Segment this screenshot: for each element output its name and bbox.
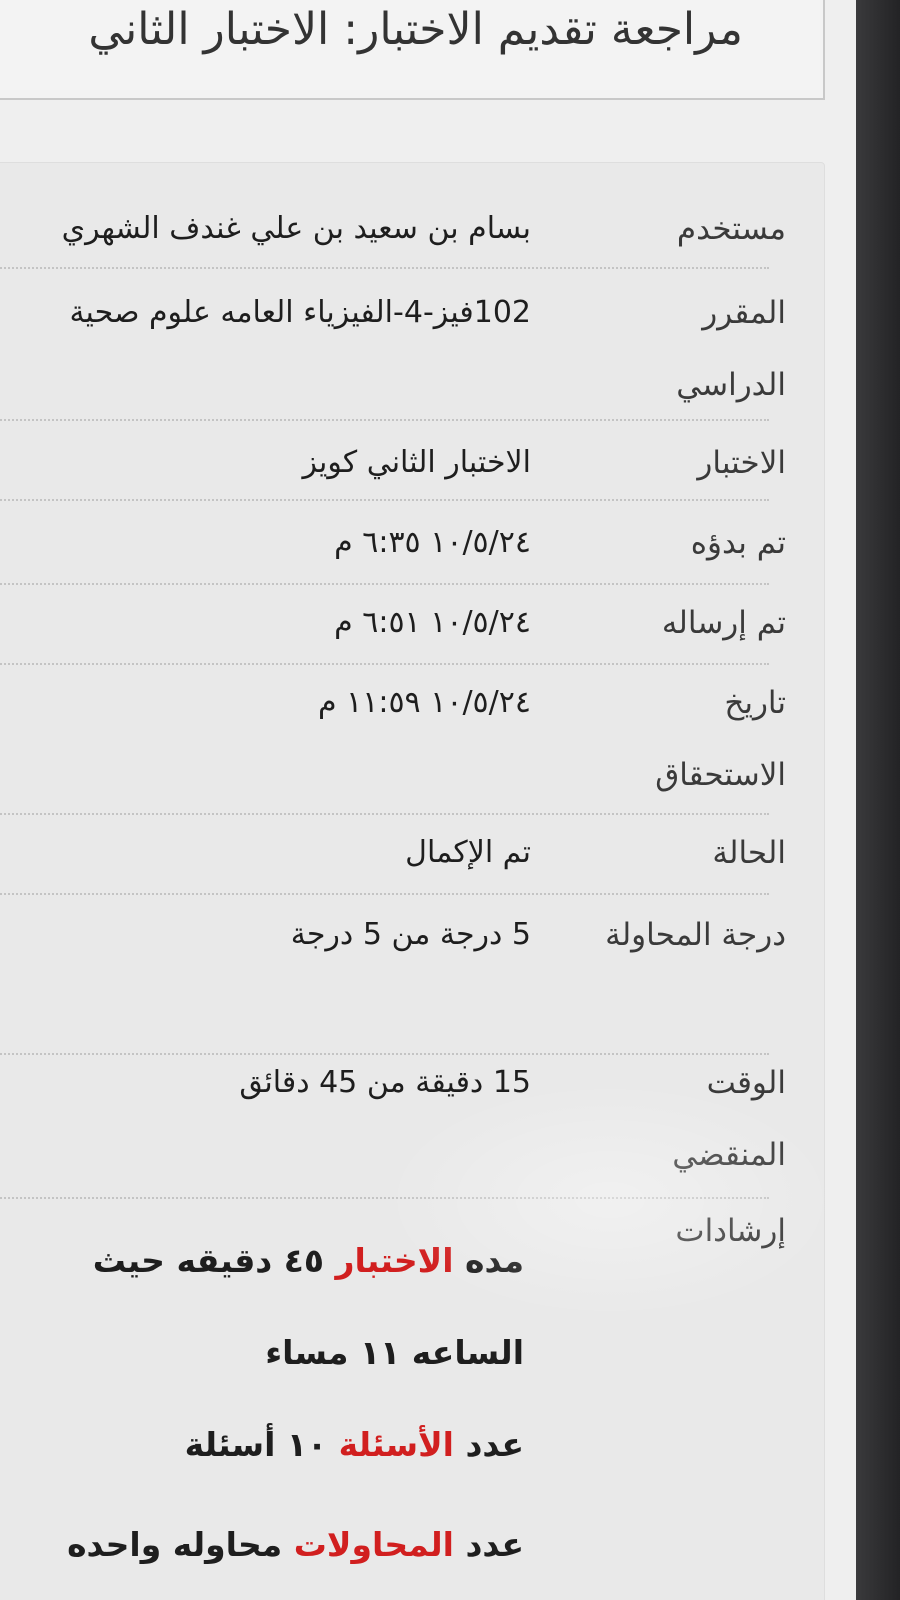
value-user: بسام بن سعيد بن علي غندف الشهري xyxy=(61,211,531,246)
label-course: المقرر الدراسي xyxy=(676,295,786,403)
row-divider xyxy=(0,267,769,269)
label-grade: درجة المحاولة xyxy=(605,917,786,953)
value-grade: 5 درجة من 5 درجة xyxy=(290,917,531,952)
instruction-line-time: الساعه ١١ مساء xyxy=(265,1333,524,1372)
instruction-line-duration: مده الاختبار ٤٥ دقيقه حيث xyxy=(92,1241,524,1280)
attempt-summary-panel: مستخدم بسام بن سعيد بن علي غندف الشهري ا… xyxy=(0,162,825,1600)
value-elapsed-time: 15 دقيقة من 45 دقائق xyxy=(239,1065,531,1100)
row-divider xyxy=(0,663,769,665)
instruction-line-attempts: عدد المحاولات محاوله واحده xyxy=(67,1525,524,1564)
row-divider xyxy=(0,893,769,895)
label-instructions: إرشادات xyxy=(675,1213,786,1249)
label-user: مستخدم xyxy=(676,211,786,247)
label-submitted: تم إرساله xyxy=(661,605,786,641)
row-divider xyxy=(0,813,769,815)
value-submitted: ١٠/٥/٢٤ ٦:٥١ م xyxy=(334,605,531,640)
value-course: 102فيز-4-الفيزياء العامه علوم صحية xyxy=(69,295,531,330)
page-title: مراجعة تقديم الاختبار: الاختبار الثاني xyxy=(88,4,743,55)
screen: مراجعة تقديم الاختبار: الاختبار الثاني م… xyxy=(0,0,856,1600)
label-due-date: تاريخ الاستحقاق xyxy=(655,685,786,793)
label-status: الحالة xyxy=(712,835,786,871)
label-test: الاختبار xyxy=(697,445,786,481)
value-due-date: ١٠/٥/٢٤ ١١:٥٩ م xyxy=(317,685,531,720)
row-divider xyxy=(0,583,769,585)
value-started: ١٠/٥/٢٤ ٦:٣٥ م xyxy=(334,525,531,560)
instruction-line-questions: عدد الأسئلة ١٠ أسئلة xyxy=(184,1425,524,1464)
page-header: مراجعة تقديم الاختبار: الاختبار الثاني xyxy=(0,0,825,100)
row-divider xyxy=(0,499,769,501)
device-bezel xyxy=(856,0,900,1600)
row-divider xyxy=(0,419,769,421)
value-test: الاختبار الثاني كويز xyxy=(302,445,531,480)
label-started: تم بدؤه xyxy=(690,525,786,561)
value-status: تم الإكمال xyxy=(405,835,531,870)
label-elapsed-time: الوقت المنقضي xyxy=(672,1065,786,1173)
